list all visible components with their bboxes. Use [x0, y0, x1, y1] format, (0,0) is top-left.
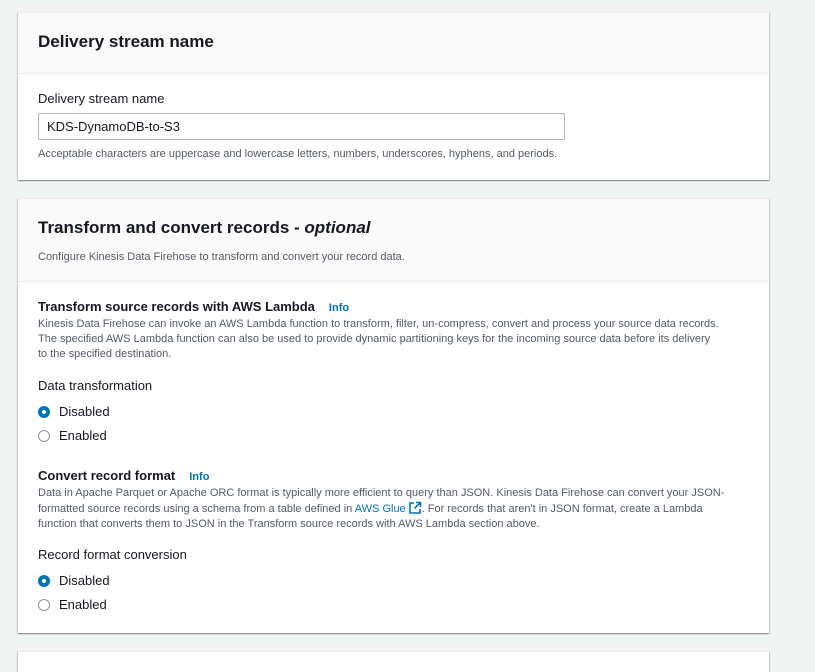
radio-unchecked-icon[interactable] [38, 429, 50, 442]
record-format-disabled-option[interactable]: Disabled [38, 573, 110, 588]
data-transformation-label: Data transformation [38, 378, 153, 393]
delivery-stream-name-header: Delivery stream name [18, 13, 769, 74]
convert-description-line: Data in Apache Parquet or Apache ORC for… [38, 487, 725, 499]
radio-label: Disabled [59, 404, 110, 419]
convert-title: Convert record format [38, 468, 176, 483]
lambda-heading: Transform source records with AWS Lambda… [38, 298, 349, 316]
radio-label: Disabled [59, 573, 110, 588]
radio-checked-icon[interactable] [38, 574, 50, 587]
convert-heading: Convert record format Info [38, 467, 209, 485]
transform-convert-title: Transform and convert records - optional [38, 218, 749, 238]
convert-description-line: function that converts them to JSON in t… [38, 518, 540, 530]
radio-label: Enabled [59, 597, 107, 612]
transform-convert-title-main: Transform and convert records - [38, 218, 305, 237]
data-transformation-disabled-option[interactable]: Disabled [38, 404, 110, 419]
delivery-stream-name-panel: Delivery stream name Delivery stream nam… [18, 12, 769, 180]
lambda-description-line: Kinesis Data Firehose can invoke an AWS … [38, 318, 719, 330]
delivery-stream-name-hint: Acceptable characters are uppercase and … [38, 148, 558, 160]
delivery-stream-name-label: Delivery stream name [38, 91, 165, 106]
convert-description-line: formatted source records using a schema … [38, 501, 724, 517]
transform-convert-panel: Transform and convert records - optional… [18, 198, 769, 633]
transform-convert-title-optional: optional [304, 218, 371, 237]
lambda-description: Kinesis Data Firehose can invoke an AWS … [38, 317, 719, 362]
delivery-stream-name-title: Delivery stream name [38, 32, 214, 51]
transform-convert-header: Transform and convert records - optional… [18, 199, 769, 282]
convert-info-link[interactable]: Info [189, 471, 209, 483]
convert-description: Data in Apache Parquet or Apache ORC for… [38, 486, 724, 532]
aws-glue-link[interactable]: AWS Glue [355, 501, 422, 515]
convert-description-text: formatted source records using a schema … [38, 503, 355, 515]
lambda-description-line: The specified AWS Lambda function can al… [38, 333, 711, 345]
radio-unchecked-icon[interactable] [38, 598, 50, 611]
aws-glue-link-text[interactable]: AWS Glue [355, 503, 406, 515]
record-format-conversion-label: Record format conversion [38, 547, 187, 562]
lambda-description-line: to the specified destination. [38, 348, 172, 360]
convert-description-text: . For records that aren't in JSON format… [421, 503, 703, 515]
lambda-title: Transform source records with AWS Lambda [38, 299, 315, 314]
data-transformation-enabled-option[interactable]: Enabled [38, 428, 107, 443]
external-link-icon[interactable] [408, 501, 422, 515]
delivery-stream-name-input[interactable] [38, 113, 565, 140]
record-format-enabled-option[interactable]: Enabled [38, 597, 107, 612]
radio-checked-icon[interactable] [38, 405, 50, 418]
lambda-info-link[interactable]: Info [329, 302, 349, 314]
transform-convert-description: Configure Kinesis Data Firehose to trans… [38, 251, 405, 263]
next-panel [18, 651, 769, 672]
radio-label: Enabled [59, 428, 107, 443]
